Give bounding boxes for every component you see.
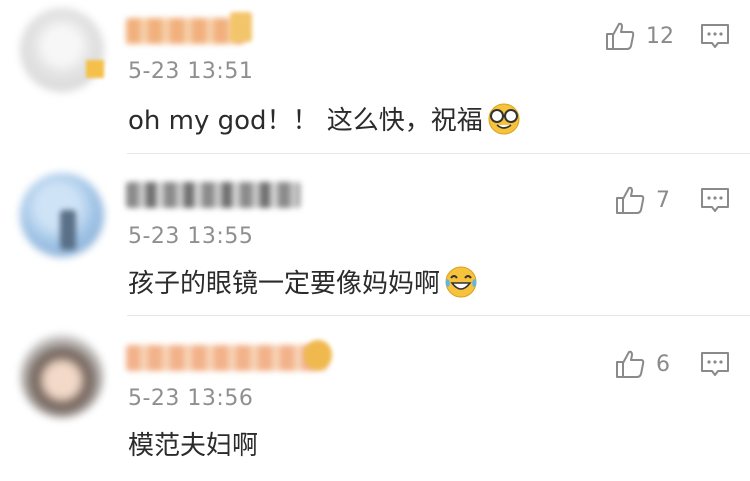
member-badge-icon — [304, 340, 332, 370]
thumbs-up-icon — [616, 186, 645, 214]
comment-icon[interactable] — [700, 22, 730, 50]
username-blurred[interactable] — [126, 345, 326, 371]
comment-icon[interactable] — [700, 350, 730, 378]
comment-item — [0, 316, 750, 481]
comment-text-content: 模范夫妇啊 — [128, 431, 259, 461]
comment-text-content: 孩子的眼镜一定要像妈妈啊 — [128, 269, 441, 299]
comment-timestamp: 5-23 13:56 — [128, 386, 254, 411]
comment-text-content: oh my god！！ 这么快，祝福 — [128, 106, 483, 136]
tears-of-joy-emoji-icon — [445, 266, 477, 297]
comment-timestamp: 5-23 13:51 — [128, 59, 254, 84]
comment-text: 模范夫妇啊 — [128, 425, 258, 462]
like-count: 6 — [656, 351, 670, 377]
verified-badge-icon — [86, 60, 104, 78]
glasses-grin-emoji-icon — [488, 103, 520, 134]
avatar-detail — [60, 210, 76, 250]
avatar[interactable] — [20, 8, 104, 92]
username-blurred[interactable] — [126, 182, 300, 208]
avatar[interactable] — [20, 334, 104, 418]
comment-text: oh my god！！ 这么快，祝福 — [128, 100, 521, 137]
thumbs-up-icon — [616, 350, 645, 378]
comment-text: 孩子的眼镜一定要像妈妈啊 — [128, 263, 478, 300]
like-button[interactable]: 7 — [614, 184, 670, 216]
like-button[interactable]: 12 — [604, 20, 674, 52]
username-blurred[interactable] — [126, 18, 244, 44]
comment-timestamp: 5-23 13:55 — [128, 224, 254, 249]
comment-icon[interactable] — [700, 186, 730, 214]
like-count: 7 — [656, 187, 670, 213]
thumbs-up-icon — [606, 22, 635, 50]
like-count: 12 — [646, 23, 674, 49]
member-badge-icon — [230, 12, 252, 42]
like-button[interactable]: 6 — [614, 348, 670, 380]
